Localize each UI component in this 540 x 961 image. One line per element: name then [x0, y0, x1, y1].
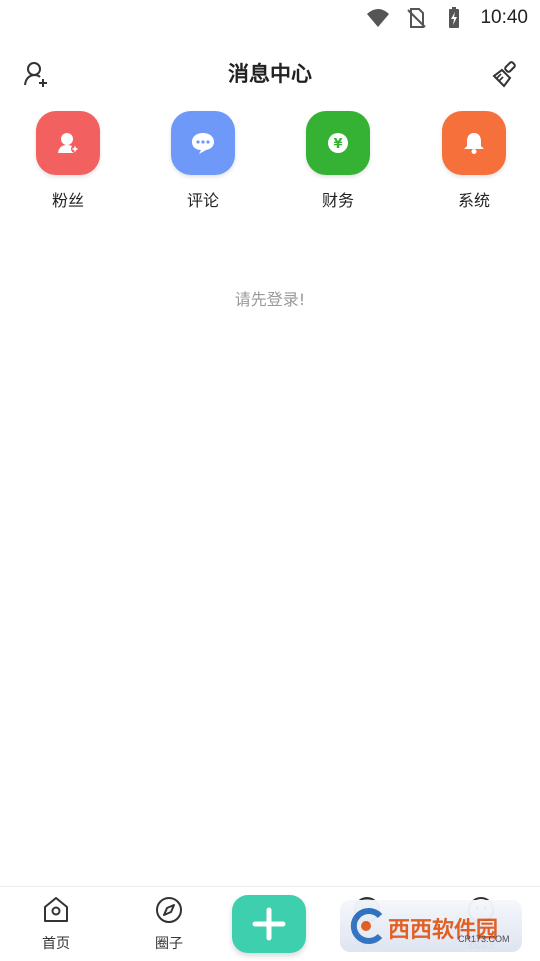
watermark-emblem-icon: [350, 908, 383, 944]
category-fans[interactable]: 粉丝: [18, 111, 118, 211]
battery-charging-icon: [449, 7, 460, 28]
status-bar: 10:40: [0, 0, 540, 36]
home-icon: [44, 897, 68, 922]
category-finance[interactable]: ¥ 财务: [288, 111, 388, 211]
message-categories: 粉丝 评论 ¥ 财务 系统: [0, 111, 540, 211]
comment-icon: [192, 133, 214, 154]
svg-text:¥: ¥: [333, 137, 342, 152]
category-comments[interactable]: 评论: [153, 111, 253, 211]
bell-icon: [464, 133, 484, 154]
login-prompt: 请先登录!: [234, 290, 306, 309]
category-tile[interactable]: [442, 111, 506, 175]
tab-home[interactable]: 首页: [16, 895, 96, 953]
category-label: 系统: [457, 191, 490, 210]
category-label: 粉丝: [51, 191, 84, 210]
category-tile[interactable]: ¥: [306, 111, 370, 175]
compass-icon: [156, 897, 182, 923]
watermark-logo: 西西软件园 CR173.COM: [340, 900, 522, 952]
tab-label: 圈子: [155, 936, 183, 952]
tab-label: 首页: [42, 936, 70, 952]
category-label: 财务: [321, 191, 354, 210]
category-system[interactable]: 系统: [424, 111, 524, 211]
fans-icon: [58, 133, 79, 153]
clock: 10:40: [480, 7, 528, 28]
clear-broom-icon[interactable]: [492, 60, 520, 88]
category-tile[interactable]: [171, 111, 235, 175]
create-post-button[interactable]: [232, 895, 306, 953]
watermark-subtext: CR173.COM: [458, 934, 510, 944]
category-label: 评论: [186, 191, 219, 210]
tab-circle[interactable]: 圈子: [129, 895, 209, 953]
wifi-icon: [367, 9, 390, 27]
app-header: 消息中心: [0, 50, 540, 96]
finance-icon: ¥: [328, 133, 348, 153]
no-sim-icon: [407, 8, 427, 28]
page-title: 消息中心: [228, 62, 312, 86]
category-tile[interactable]: [36, 111, 100, 175]
plus-icon: [252, 907, 286, 941]
